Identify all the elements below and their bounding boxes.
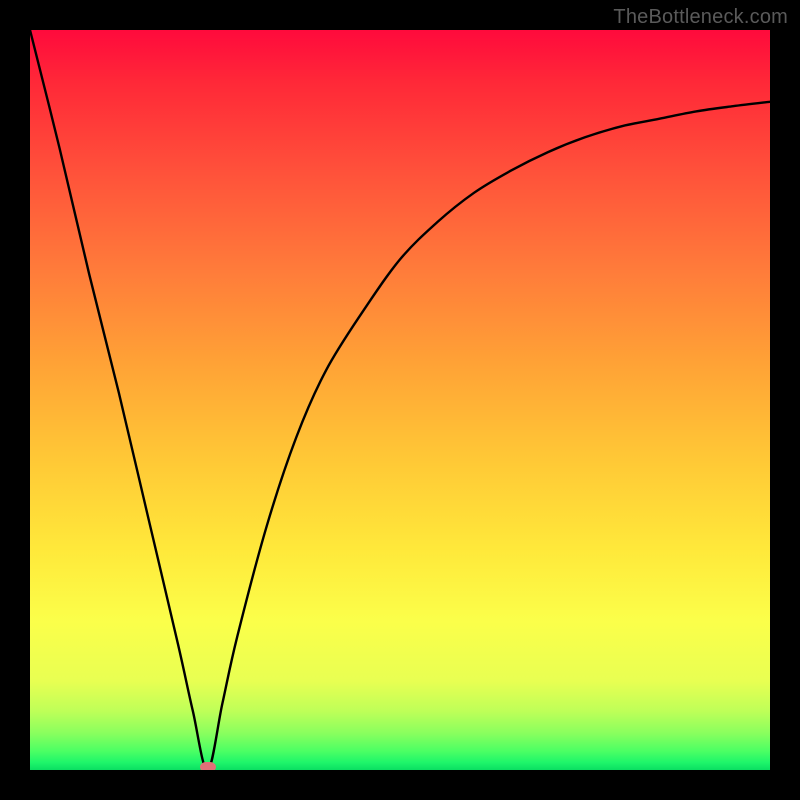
bottleneck-marker xyxy=(200,762,216,770)
bottleneck-curve xyxy=(30,30,770,770)
curve-path xyxy=(30,30,770,770)
plot-area xyxy=(30,30,770,770)
watermark-text: TheBottleneck.com xyxy=(613,6,788,29)
chart-frame: TheBottleneck.com xyxy=(0,0,800,800)
